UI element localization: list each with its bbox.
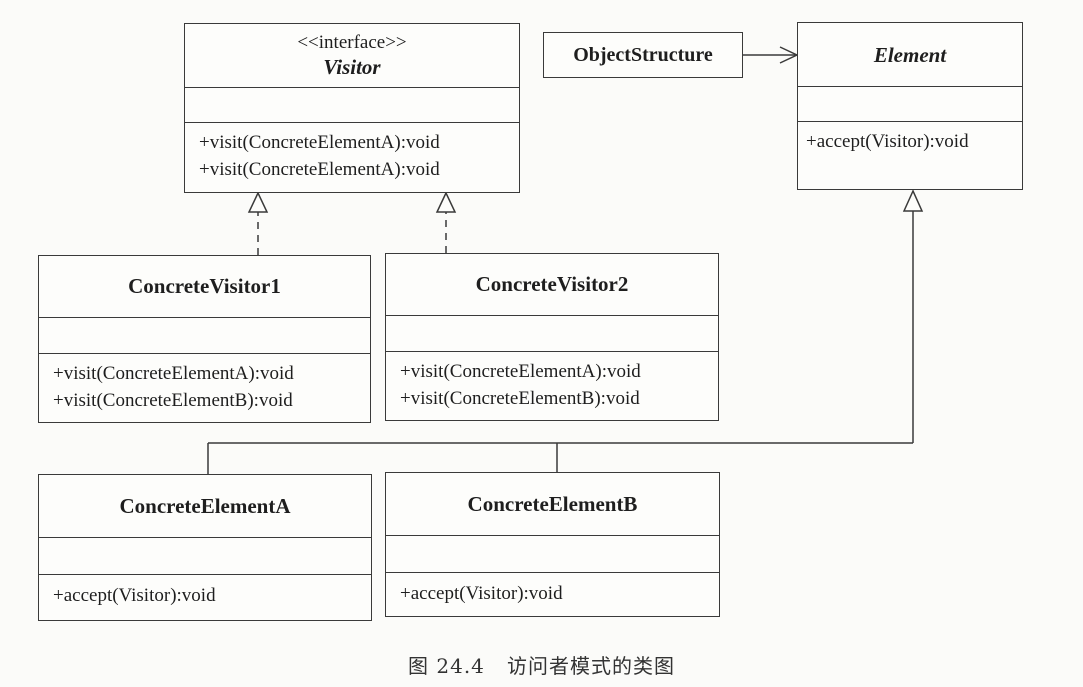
concrete-visitor2-operation: +visit(ConcreteElementB):void (400, 388, 640, 409)
concrete-visitor2-name: ConcreteVisitor2 (475, 272, 629, 296)
object-structure-name: ObjectStructure (573, 43, 713, 66)
visitor-stereotype: <<interface>> (297, 31, 407, 53)
visitor-attributes-compartment (185, 88, 519, 123)
visitor-name-compartment: <<interface>> Visitor (185, 24, 519, 88)
concrete-element-b-name: ConcreteElementB (467, 491, 638, 516)
concrete-element-a-attributes-compartment (39, 538, 371, 575)
concrete-visitor1-name-compartment: ConcreteVisitor1 (39, 256, 370, 318)
visitor-interface-box: <<interface>> Visitor +visit(ConcreteEle… (184, 23, 520, 193)
concrete-element-b-box: ConcreteElementB +accept(Visitor):void (385, 472, 720, 617)
concrete-visitor2-operations: +visit(ConcreteElementA):void +visit(Con… (386, 352, 718, 412)
concrete-visitor1-operations: +visit(ConcreteElementA):void +visit(Con… (39, 354, 370, 414)
concrete-element-a-name: ConcreteElementA (119, 493, 291, 518)
concrete-element-b-attributes-compartment (386, 536, 719, 573)
element-name: Element (873, 42, 947, 67)
element-attributes-compartment (798, 87, 1022, 122)
concrete-visitor1-operation: +visit(ConcreteElementB):void (53, 390, 293, 411)
concrete-element-b-operation: +accept(Visitor):void (400, 583, 563, 604)
concrete-visitor1-attributes-compartment (39, 318, 370, 354)
concrete-visitor2-box: ConcreteVisitor2 +visit(ConcreteElementA… (385, 253, 719, 421)
concrete-element-a-name-compartment: ConcreteElementA (39, 475, 371, 538)
element-name-compartment: Element (798, 23, 1022, 87)
concrete-element-b-operations: +accept(Visitor):void (386, 573, 719, 607)
concrete-element-a-box: ConcreteElementA +accept(Visitor):void (38, 474, 372, 621)
concrete-visitor2-attributes-compartment (386, 316, 718, 352)
element-operation: +accept(Visitor):void (806, 131, 969, 152)
object-structure-box: ObjectStructure (543, 32, 743, 78)
realization-arrowhead-visitor1 (247, 191, 269, 213)
realization-arrowhead-visitor2 (435, 191, 457, 213)
concrete-visitor2-operation: +visit(ConcreteElementA):void (400, 361, 641, 382)
concrete-visitor1-name: ConcreteVisitor1 (128, 274, 281, 298)
visitor-name: Visitor (323, 54, 381, 79)
concrete-visitor1-box: ConcreteVisitor1 +visit(ConcreteElementA… (38, 255, 371, 423)
visitor-operations: +visit(ConcreteElementA):void +visit(Con… (185, 123, 519, 183)
element-class-box: Element +accept(Visitor):void (797, 22, 1023, 190)
concrete-element-a-operation: +accept(Visitor):void (53, 585, 216, 606)
concrete-element-b-name-compartment: ConcreteElementB (386, 473, 719, 536)
concrete-element-a-operations: +accept(Visitor):void (39, 575, 371, 609)
element-operations: +accept(Visitor):void (798, 122, 1022, 155)
visitor-operation: +visit(ConcreteElementA):void (199, 132, 440, 153)
concrete-visitor1-operation: +visit(ConcreteElementA):void (53, 363, 294, 384)
visitor-operation: +visit(ConcreteElementA):void (199, 159, 440, 180)
generalization-arrowhead (902, 189, 924, 212)
concrete-visitor2-name-compartment: ConcreteVisitor2 (386, 254, 718, 316)
figure-caption: 图 24.4 访问者模式的类图 (408, 654, 675, 678)
